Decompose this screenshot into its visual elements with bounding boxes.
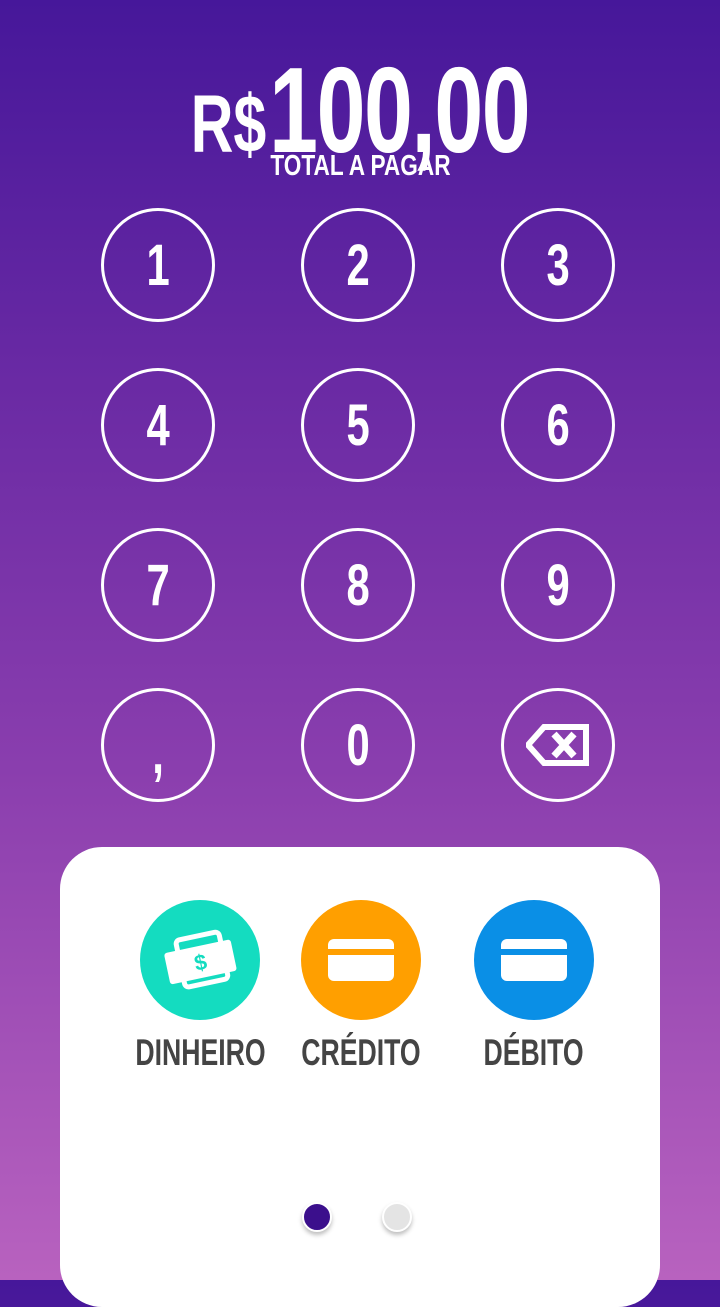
cash-icon-circle: $ bbox=[140, 900, 260, 1020]
debit-card-icon bbox=[501, 939, 567, 981]
key-label: 8 bbox=[346, 552, 370, 618]
total-label-text: TOTAL A PAGAR bbox=[269, 150, 451, 182]
key-0[interactable]: 0 bbox=[301, 688, 415, 802]
key-label: 5 bbox=[346, 392, 370, 458]
cash-icon: $ bbox=[164, 929, 237, 990]
payment-credit-label: CRÉDITO bbox=[271, 1032, 451, 1074]
payment-debit-label: DÉBITO bbox=[444, 1032, 624, 1074]
key-label: 2 bbox=[346, 232, 370, 298]
key-label: 3 bbox=[546, 232, 570, 298]
key-8[interactable]: 8 bbox=[301, 528, 415, 642]
page-indicator-active[interactable] bbox=[302, 1202, 332, 1232]
debit-icon-circle bbox=[474, 900, 594, 1020]
payment-methods-panel: $ DINHEIRO CRÉDITO DÉBITO bbox=[60, 847, 660, 1307]
key-label: 7 bbox=[146, 552, 170, 618]
payment-credit-button[interactable]: CRÉDITO bbox=[271, 900, 451, 1074]
payment-debit-button[interactable]: DÉBITO bbox=[444, 900, 624, 1074]
payment-credit-text: CRÉDITO bbox=[301, 1032, 421, 1073]
credit-card-icon bbox=[328, 939, 394, 981]
payment-cash-text: DINHEIRO bbox=[135, 1032, 266, 1073]
page-indicator-inactive[interactable] bbox=[382, 1202, 412, 1232]
key-4[interactable]: 4 bbox=[101, 368, 215, 482]
key-5[interactable]: 5 bbox=[301, 368, 415, 482]
key-9[interactable]: 9 bbox=[501, 528, 615, 642]
key-2[interactable]: 2 bbox=[301, 208, 415, 322]
key-6[interactable]: 6 bbox=[501, 368, 615, 482]
payment-cash-button[interactable]: $ DINHEIRO bbox=[110, 900, 290, 1074]
backspace-button[interactable] bbox=[501, 688, 615, 802]
payment-cash-label: DINHEIRO bbox=[110, 1032, 290, 1074]
payment-debit-text: DÉBITO bbox=[483, 1032, 585, 1073]
key-label: 0 bbox=[346, 712, 370, 778]
backspace-icon bbox=[526, 724, 589, 766]
key-label: 1 bbox=[146, 232, 170, 298]
key-label: , bbox=[152, 720, 164, 786]
key-7[interactable]: 7 bbox=[101, 528, 215, 642]
key-label: 6 bbox=[546, 392, 570, 458]
total-label: TOTAL A PAGAR bbox=[0, 150, 720, 183]
key-3[interactable]: 3 bbox=[501, 208, 615, 322]
key-label: 4 bbox=[146, 392, 170, 458]
credit-icon-circle bbox=[301, 900, 421, 1020]
key-comma[interactable]: , bbox=[101, 688, 215, 802]
key-label: 9 bbox=[546, 552, 570, 618]
key-1[interactable]: 1 bbox=[101, 208, 215, 322]
